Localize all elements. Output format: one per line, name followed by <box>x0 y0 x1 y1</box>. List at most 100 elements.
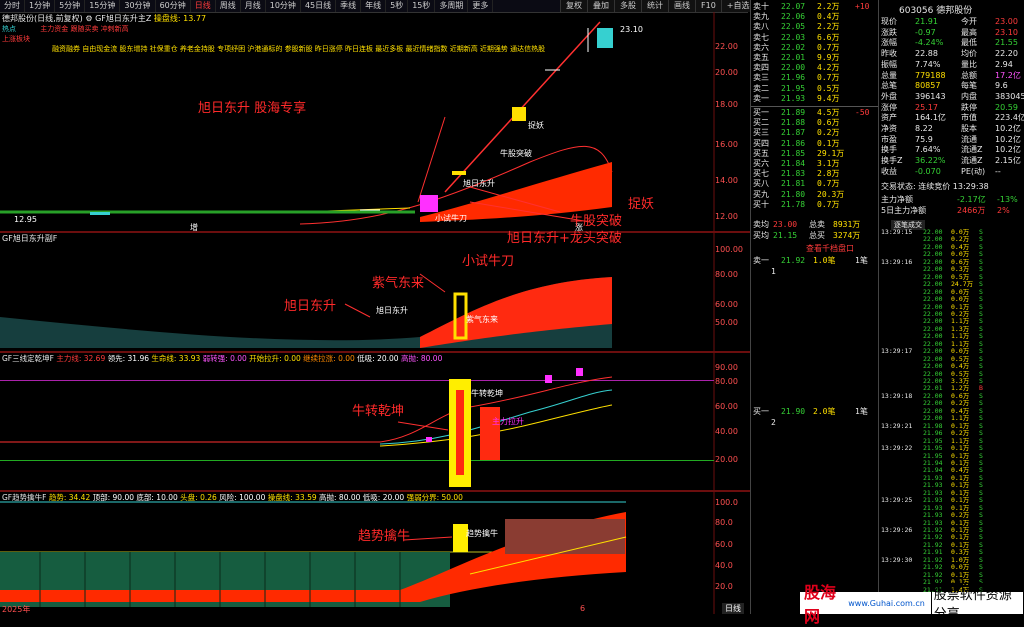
order-label: 卖一 <box>753 93 769 103</box>
toolbar-tab[interactable]: 复权 <box>560 0 587 12</box>
sell1-label: 卖一 <box>753 256 769 265</box>
order-row: 卖四 22.00 4.2万 <box>751 63 879 73</box>
y-tick: 20.00 <box>715 68 738 77</box>
order-volume: 0.7万 <box>817 73 840 83</box>
period-tab[interactable]: 15分钟 <box>85 0 121 12</box>
order-label: 买七 <box>753 169 769 179</box>
y-tick: 80.0 <box>715 518 733 527</box>
date-label: 6 <box>580 604 586 613</box>
order-volume: 2.8万 <box>817 169 840 179</box>
field-value-2: 21.55 <box>995 38 1018 48</box>
order-volume: 20.3万 <box>817 189 845 199</box>
period-tab[interactable]: 月线 <box>241 0 266 12</box>
field-label-2: PE(动) <box>961 166 986 176</box>
indicator-value: 主力线: 32.69 <box>56 354 106 363</box>
period-tab[interactable]: 季线 <box>336 0 362 12</box>
panel2-small-xuri: 旭日东升 <box>376 306 408 315</box>
order-price: 21.86 <box>781 138 806 148</box>
trade-status: 交易状态: 连续竞价 13:29:38 <box>881 182 989 191</box>
sell1-seq: 1 <box>771 267 776 276</box>
period-tab[interactable]: 分时 <box>0 0 25 12</box>
order-volume: 3.1万 <box>817 159 840 168</box>
period-tab[interactable]: 日线 <box>191 0 216 12</box>
toolbar-tab[interactable]: 画线 <box>668 0 695 12</box>
period-tab[interactable]: 周线 <box>216 0 241 12</box>
y-tick: 16.00 <box>715 140 738 149</box>
year-label: 2025年 <box>2 605 31 614</box>
toolbar-tab[interactable]: 多股 <box>614 0 641 12</box>
small-zhuoyao: 捉妖 <box>528 121 544 130</box>
field-label-2: 均价 <box>961 49 977 59</box>
chart-canvas[interactable] <box>0 12 750 614</box>
order-volume: 0.5万 <box>817 83 840 93</box>
field-value: 80857 <box>915 81 941 91</box>
field-label-2: 内盘 <box>961 91 977 101</box>
period-tab[interactable]: 更多 <box>468 0 494 12</box>
order-volume: 0.7万 <box>817 199 840 209</box>
order-row: 卖十 22.07 2.2万 +10 <box>751 2 879 12</box>
order-label: 买三 <box>753 128 769 138</box>
toolbar-tab[interactable]: F10 <box>695 0 721 12</box>
order-row: 卖二 21.95 0.5万 <box>751 84 879 94</box>
stock-field-row: 收益 -0.070 PE(动) -- <box>879 166 1024 177</box>
panel4-title[interactable]: GF趋势擒牛F 趋势: 34.42 顶部: 90.00 底部: 10.00 头盘… <box>2 492 463 503</box>
indicator-value: 继续拉涨: 0.00 <box>300 354 355 363</box>
field-value: 75.9 <box>915 134 933 144</box>
main-annotation-title: 旭日东升 股海专享 <box>198 101 307 116</box>
panel2-annotation-ziqi: 紫气东来 <box>372 276 425 291</box>
depth-link[interactable]: 查看千档盘口 <box>806 243 854 254</box>
period-tab[interactable]: 15秒 <box>408 0 436 12</box>
order-price: 22.01 <box>781 53 806 62</box>
period-tab[interactable]: 30分钟 <box>120 0 156 12</box>
order-price: 22.02 <box>781 42 806 52</box>
order-price: 21.96 <box>781 73 806 83</box>
stock-code-name: 603056 德邦股份 <box>899 6 973 16</box>
period-tab[interactable]: 5秒 <box>386 0 409 12</box>
panel2-title[interactable]: GF旭日东升副F <box>2 233 57 244</box>
field-value-2: 23.00 <box>995 17 1018 26</box>
y-tick: 12.00 <box>715 212 738 221</box>
period-tab[interactable]: 5分钟 <box>55 0 86 12</box>
indicator-value: 趋势: 34.42 <box>48 493 91 502</box>
field-value: 36.22% <box>915 156 946 166</box>
order-price: 22.06 <box>781 12 806 22</box>
watermark-slogan: 股票软件资源分享 <box>930 583 1024 623</box>
period-tab[interactable]: 10分钟 <box>266 0 301 12</box>
y-tick: 40.0 <box>715 561 733 570</box>
stock-field-row: 净资 8.22 股本 10.2亿 <box>879 123 1024 134</box>
price-label-high: 23.10 <box>620 25 643 34</box>
stock-field-row: 涨停 25.17 跌停 20.59 <box>879 102 1024 113</box>
order-price: 21.83 <box>781 169 806 179</box>
indicator-value: 领先: 31.96 <box>105 354 150 363</box>
panel3-title[interactable]: GF三线定乾坤F 主力线: 32.69 领先: 31.96 生命线: 33.93… <box>2 353 442 364</box>
toolbar-tab[interactable]: 叠加 <box>587 0 614 12</box>
candle-3 <box>512 107 526 121</box>
order-price: 21.93 <box>781 93 806 103</box>
order-label: 卖三 <box>753 73 769 83</box>
order-price: 21.80 <box>781 189 806 199</box>
period-tab[interactable]: 1分钟 <box>25 0 56 12</box>
field-label-2: 跌停 <box>961 102 977 112</box>
main-annotation-zhuoyao: 捉妖 <box>628 197 655 212</box>
order-row: 买五 21.85 29.1万 <box>751 149 879 159</box>
toolbar-tab[interactable]: 统计 <box>641 0 668 12</box>
y-tick: 60.00 <box>715 402 738 411</box>
y-tick: 22.00 <box>715 42 738 51</box>
period-tab[interactable]: 多周期 <box>435 0 469 12</box>
order-row: 买三 21.87 0.2万 <box>751 128 879 138</box>
period-tab[interactable]: 60分钟 <box>156 0 191 12</box>
small-xiaoshi: 小试牛刀 <box>435 214 467 223</box>
order-price: 22.00 <box>781 63 806 73</box>
field-value-2: 22.20 <box>995 49 1018 59</box>
price-label-low: 12.95 <box>14 215 37 224</box>
buy1-vol: 2.0笔 <box>813 407 836 416</box>
period-indicator[interactable]: 日线 <box>722 603 744 614</box>
order-row: 卖一 21.93 9.4万 <box>751 94 879 104</box>
field-value-2: 2.94 <box>995 59 1013 69</box>
period-tab[interactable]: 45日线 <box>301 0 337 12</box>
period-tab[interactable]: 年线 <box>361 0 387 12</box>
field-value: 164.1亿 <box>915 113 946 123</box>
panel3-small-2: 主力拉升 <box>492 417 524 426</box>
field-value-2: 10.2亿 <box>995 134 1021 144</box>
order-label: 卖六 <box>753 42 769 52</box>
